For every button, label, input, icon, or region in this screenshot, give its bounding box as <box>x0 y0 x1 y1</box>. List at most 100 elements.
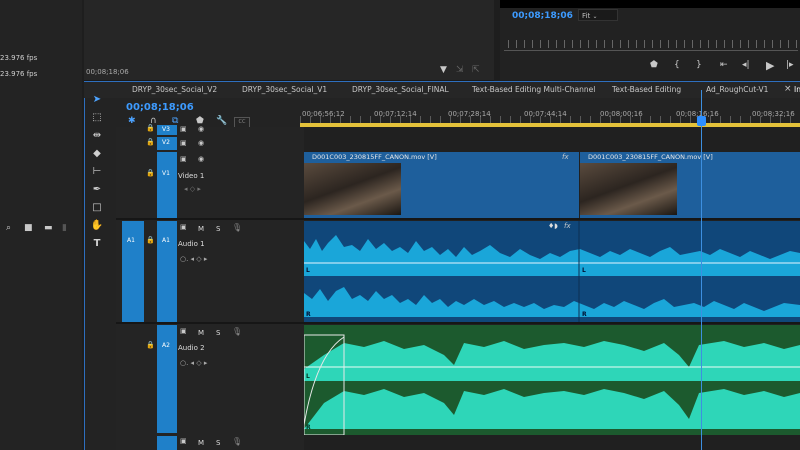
source-monitor: 00;08;18;06 ▼ ⇲ ⇱ <box>84 0 494 81</box>
tab-sequence[interactable]: DRYP_30sec_Social_V2 <box>132 85 217 94</box>
microphone-icon[interactable]: 🎙 <box>232 328 242 336</box>
eye-icon[interactable]: ◉ <box>198 156 204 163</box>
settings-wrench-icon[interactable]: 🔧 <box>216 117 227 126</box>
eye-icon[interactable]: ◉ <box>198 126 204 133</box>
mute-button[interactable]: M <box>198 225 204 233</box>
pen-tool-icon[interactable]: ✒ <box>88 182 106 198</box>
lock-icon[interactable]: 🔒 <box>146 125 155 132</box>
program-video-canvas <box>500 0 800 8</box>
mute-button[interactable]: M <box>198 329 204 337</box>
tab-sequence-active[interactable]: In <box>794 85 800 94</box>
insert-icon[interactable]: ⇲ <box>456 66 464 75</box>
track-headers <box>116 127 304 450</box>
zoom-value: Fit <box>582 12 591 20</box>
sync-lock-icon[interactable]: ▣ <box>180 140 187 147</box>
tab-sequence[interactable]: Text-Based Editing Multi-Channel <box>472 85 595 94</box>
track-target-v1[interactable] <box>157 152 177 218</box>
video-clip[interactable]: D001C003_230815FF_CANON.mov [V] fx <box>304 152 579 218</box>
channel-label-left: L <box>582 267 586 274</box>
filter-icon[interactable]: ▼ <box>440 66 447 75</box>
fps-label: 23.976 fps <box>0 70 38 78</box>
keyframe-nav-icon[interactable]: ○. ◂ ◇ ▸ <box>180 256 207 263</box>
tab-sequence[interactable]: Text-Based Editing <box>612 85 681 94</box>
mute-button[interactable]: M <box>198 439 204 447</box>
channel-label-left: L <box>306 267 310 274</box>
track-name-v1[interactable]: Video 1 <box>178 172 204 180</box>
search-icon[interactable]: ⌕ <box>6 224 11 233</box>
go-to-in-icon[interactable]: ⇤ <box>720 61 728 70</box>
sync-lock-icon[interactable]: ▣ <box>180 224 187 231</box>
zoom-select[interactable]: Fit ⌄ <box>578 9 618 21</box>
mark-out-icon[interactable]: } <box>696 61 702 70</box>
sync-lock-icon[interactable]: ▣ <box>180 438 187 445</box>
track-name-a2[interactable]: Audio 2 <box>178 344 205 352</box>
tab-sequence[interactable]: DRYP_30sec_Social_V1 <box>242 85 327 94</box>
audio2-waveform <box>304 334 800 435</box>
fx-badge: fx <box>564 222 571 230</box>
lock-icon[interactable]: 🔒 <box>146 237 155 244</box>
tab-close-icon[interactable]: × <box>784 85 792 94</box>
clip-name: D001C003_230815FF_CANON.mov [V] <box>312 153 437 161</box>
selection-tool-icon[interactable]: ➤ <box>88 92 106 108</box>
voice-enhance-icon: ♦◗ <box>548 222 558 230</box>
tab-sequence[interactable]: DRYP_30sec_Social_FINAL <box>352 85 449 94</box>
video-audio-divider[interactable] <box>116 218 800 220</box>
clip-thumbnail <box>580 163 677 215</box>
new-item-icon[interactable]: ▬ <box>44 224 53 233</box>
video-clip[interactable]: D001C003_230815FF_CANON.mov [V] <box>580 152 800 218</box>
solo-button[interactable]: S <box>216 329 220 337</box>
keyframe-nav-icon[interactable]: ◂ ◇ ▸ <box>184 186 201 193</box>
track-label-v2: V2 <box>162 139 170 146</box>
sync-lock-icon[interactable]: ▣ <box>180 126 187 133</box>
program-scrub-bar[interactable] <box>504 50 798 51</box>
hand-tool-icon[interactable]: ✋ <box>88 218 106 234</box>
trash-icon[interactable]: ▮ <box>62 224 67 233</box>
program-ruler[interactable] <box>508 40 798 48</box>
solo-button[interactable]: S <box>216 225 220 233</box>
tab-sequence[interactable]: Ad_RoughCut-V1 <box>706 85 768 94</box>
channel-label-right: R <box>582 311 587 318</box>
lock-icon[interactable]: 🔒 <box>146 139 155 146</box>
step-forward-icon[interactable]: |▸ <box>786 61 794 70</box>
marker-icon[interactable]: ⬟ <box>650 61 658 70</box>
playhead-line[interactable] <box>701 90 702 450</box>
razor-tool-icon[interactable]: ◆ <box>88 146 106 162</box>
microphone-icon[interactable]: 🎙 <box>232 224 242 232</box>
sync-lock-icon[interactable]: ▣ <box>180 156 187 163</box>
audio-clip[interactable]: L R <box>304 325 800 435</box>
sync-lock-icon[interactable]: ▣ <box>180 328 187 335</box>
channel-label-right: R <box>306 424 311 431</box>
track-label-v3: V3 <box>162 126 170 133</box>
sequence-tabs: DRYP_30sec_Social_V2 DRYP_30sec_Social_V… <box>84 82 800 98</box>
play-icon[interactable]: ▶ <box>766 60 774 71</box>
ripple-edit-tool-icon[interactable]: ⇹ <box>88 128 106 144</box>
step-back-icon[interactable]: ◂| <box>742 61 750 70</box>
program-timecode: 00;08;18;06 <box>512 11 573 21</box>
track-divider[interactable] <box>116 322 800 324</box>
slip-tool-icon[interactable]: ⊢ <box>88 164 106 180</box>
type-tool-icon[interactable]: T <box>88 236 106 252</box>
audio-clip[interactable]: L R L R ♦◗ fx <box>304 221 800 322</box>
source-patch-label: A1 <box>127 237 135 244</box>
channel-label-right: R <box>306 311 311 318</box>
track-target-a3[interactable] <box>157 436 177 450</box>
track-select-tool-icon[interactable]: ⬚ <box>88 110 106 126</box>
playhead-handle[interactable] <box>697 116 706 126</box>
nest-icon[interactable]: ✱ <box>128 117 136 126</box>
eye-icon[interactable]: ◉ <box>198 140 204 147</box>
mark-in-icon[interactable]: { <box>674 61 680 70</box>
lock-icon[interactable]: 🔒 <box>146 170 155 177</box>
microphone-icon[interactable]: 🎙 <box>232 438 242 446</box>
export-icon[interactable]: ⇱ <box>472 66 480 75</box>
track-name-a1[interactable]: Audio 1 <box>178 240 205 248</box>
lock-icon[interactable]: 🔒 <box>146 342 155 349</box>
fps-label: 23.976 fps <box>0 54 38 62</box>
timeline-timecode[interactable]: 00;08;18;06 <box>126 102 194 113</box>
project-panel: 23.976 fps 23.976 fps ⌕ ■ ▬ ▮ <box>0 0 82 450</box>
rectangle-tool-icon[interactable]: □ <box>88 200 106 216</box>
keyframe-nav-icon[interactable]: ○. ◂ ◇ ▸ <box>180 360 207 367</box>
folder-icon[interactable]: ■ <box>24 224 33 233</box>
source-timecode: 00;08;18;06 <box>86 68 129 76</box>
program-monitor: 00;08;18;06 Fit ⌄ ⬟ { } ⇤ ◂| ▶ |▸ <box>500 0 800 80</box>
solo-button[interactable]: S <box>216 439 220 447</box>
